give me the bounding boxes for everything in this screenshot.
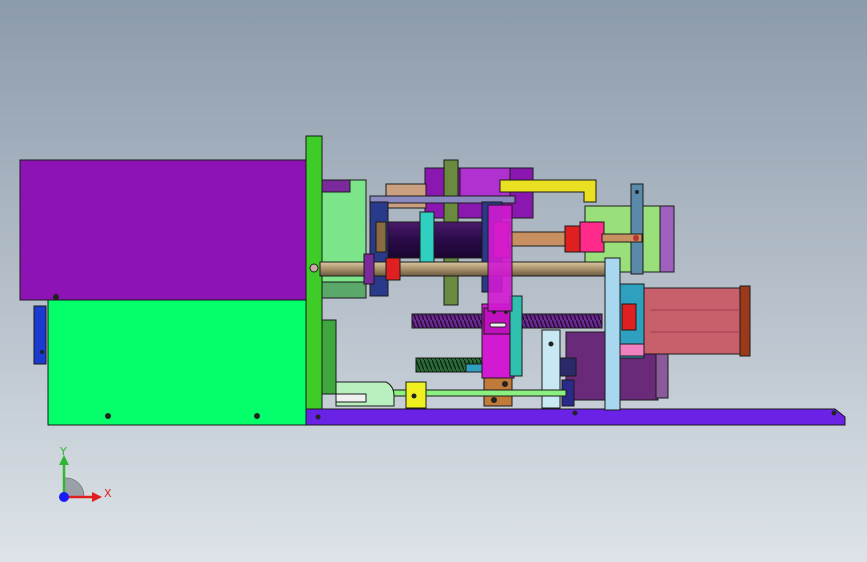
stepper-motor bbox=[643, 287, 743, 355]
left-blue-bracket bbox=[33, 305, 47, 365]
y-axis-label: Y bbox=[59, 445, 67, 458]
x-axis-label: X bbox=[104, 487, 112, 500]
light-blue-post-right bbox=[604, 257, 621, 411]
left-green-enclosure bbox=[47, 299, 309, 426]
motor-housing-green bbox=[321, 179, 367, 299]
cad-viewport[interactable]: Y X bbox=[0, 0, 867, 562]
axis-triad: Y X bbox=[59, 445, 112, 502]
z-axis-dot bbox=[59, 492, 69, 502]
left-purple-enclosure bbox=[19, 159, 309, 301]
cad-assembly-drawing: Y X bbox=[19, 135, 846, 502]
green-mounting-plate bbox=[305, 135, 323, 419]
